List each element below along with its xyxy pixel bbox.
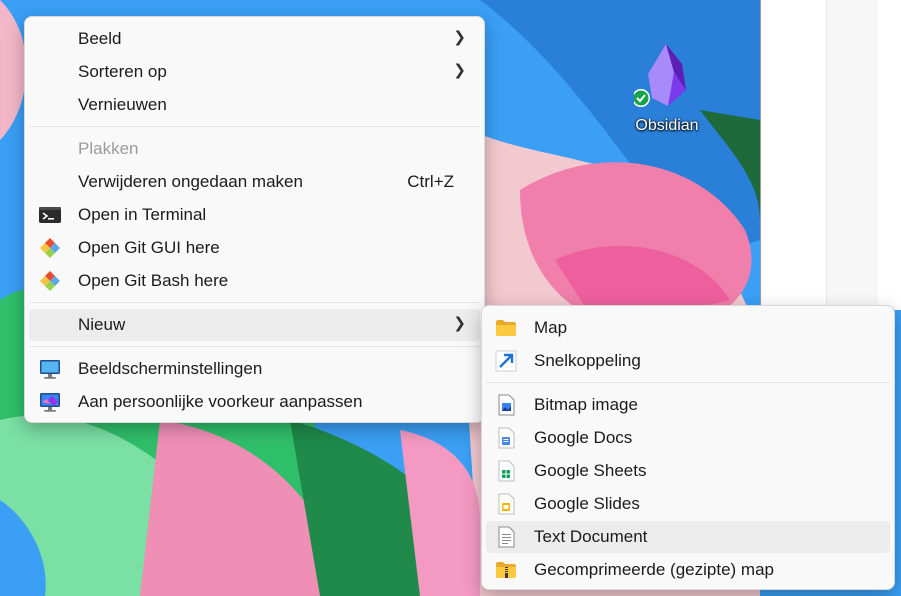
menu-item-label: Vernieuwen	[78, 95, 167, 114]
menu-item-label: Google Docs	[534, 428, 633, 447]
menu-item-label: Open in Terminal	[78, 205, 207, 224]
menu-item-nieuw[interactable]: Nieuw ❯	[29, 309, 480, 341]
obsidian-icon	[634, 44, 686, 107]
new-item-folder[interactable]: Map	[486, 312, 890, 344]
menu-item-label: Nieuw	[78, 315, 126, 334]
text-document-icon	[498, 526, 515, 548]
google-sheets-icon	[498, 460, 515, 482]
menu-item-open-git-gui[interactable]: Open Git GUI here	[29, 232, 480, 264]
menu-item-label: Open Git GUI here	[78, 238, 220, 257]
menu-item-open-in-terminal[interactable]: Open in Terminal	[29, 199, 480, 231]
chevron-right-icon: ❯	[453, 62, 466, 79]
menu-separator	[486, 382, 890, 383]
menu-item-label: Aan persoonlijke voorkeur aanpassen	[78, 392, 363, 411]
new-item-bitmap[interactable]: Bitmap image	[486, 389, 890, 421]
menu-item-vernieuwen[interactable]: Vernieuwen	[29, 89, 480, 121]
menu-item-display-settings[interactable]: Beeldscherminstellingen	[29, 353, 480, 385]
bitmap-image-icon	[498, 394, 515, 416]
git-icon	[40, 271, 60, 291]
desktop-icon-obsidian[interactable]: Obsidian	[622, 42, 712, 142]
menu-separator	[29, 126, 480, 127]
google-docs-icon	[498, 427, 515, 449]
menu-item-label: Snelkoppeling	[534, 351, 641, 370]
zip-folder-icon	[496, 562, 516, 578]
menu-item-label: Beeldscherminstellingen	[78, 359, 263, 378]
menu-item-label: Map	[534, 318, 568, 337]
terminal-icon	[39, 207, 61, 223]
git-icon	[40, 238, 60, 258]
menu-item-label: Google Slides	[534, 494, 640, 513]
menu-separator	[29, 302, 480, 303]
menu-item-label: Text Document	[534, 527, 648, 546]
folder-icon	[496, 320, 516, 336]
menu-separator	[29, 346, 480, 347]
menu-item-label: Plakken	[78, 139, 139, 158]
menu-item-undo-delete[interactable]: Verwijderen ongedaan maken Ctrl+Z	[29, 166, 480, 198]
menu-item-open-git-bash[interactable]: Open Git Bash here	[29, 265, 480, 297]
menu-item-beeld[interactable]: Beeld ❯	[29, 23, 480, 55]
shortcut-arrow-icon	[495, 350, 517, 372]
menu-item-label: Open Git Bash here	[78, 271, 229, 290]
background-window[interactable]	[760, 0, 901, 310]
display-settings-icon	[40, 360, 60, 379]
background-window-panel	[826, 0, 878, 310]
shortcut-label: Ctrl+Z	[407, 172, 454, 191]
chevron-right-icon: ❯	[453, 29, 466, 46]
menu-item-label: Beeld	[78, 29, 122, 48]
menu-item-label: Sorteren op	[78, 62, 167, 81]
new-item-google-slides[interactable]: Google Slides	[486, 488, 890, 520]
new-item-zip-folder[interactable]: Gecomprimeerde (gezipte) map	[486, 554, 890, 586]
desktop-icon-label: Obsidian	[635, 117, 699, 134]
google-slides-icon	[498, 493, 515, 515]
new-item-google-sheets[interactable]: Google Sheets	[486, 455, 890, 487]
menu-item-label: Verwijderen ongedaan maken	[78, 172, 303, 191]
chevron-right-icon: ❯	[453, 315, 466, 332]
menu-item-label: Google Sheets	[534, 461, 647, 480]
menu-item-sorteren-op[interactable]: Sorteren op ❯	[29, 56, 480, 88]
new-item-shortcut[interactable]: Snelkoppeling	[486, 345, 890, 377]
new-submenu: Map Snelkoppeling Bitmap image Google Do…	[481, 305, 895, 590]
desktop-context-menu: Beeld ❯ Sorteren op ❯ Vernieuwen Plakken…	[24, 16, 485, 423]
menu-item-personalize[interactable]: Aan persoonlijke voorkeur aanpassen	[29, 386, 480, 418]
menu-item-label: Gecomprimeerde (gezipte) map	[534, 560, 774, 579]
new-item-google-docs[interactable]: Google Docs	[486, 422, 890, 454]
new-item-text-document[interactable]: Text Document	[486, 521, 890, 553]
menu-item-label: Bitmap image	[534, 395, 638, 414]
menu-item-plakken: Plakken	[29, 133, 480, 165]
personalize-icon	[40, 393, 60, 412]
